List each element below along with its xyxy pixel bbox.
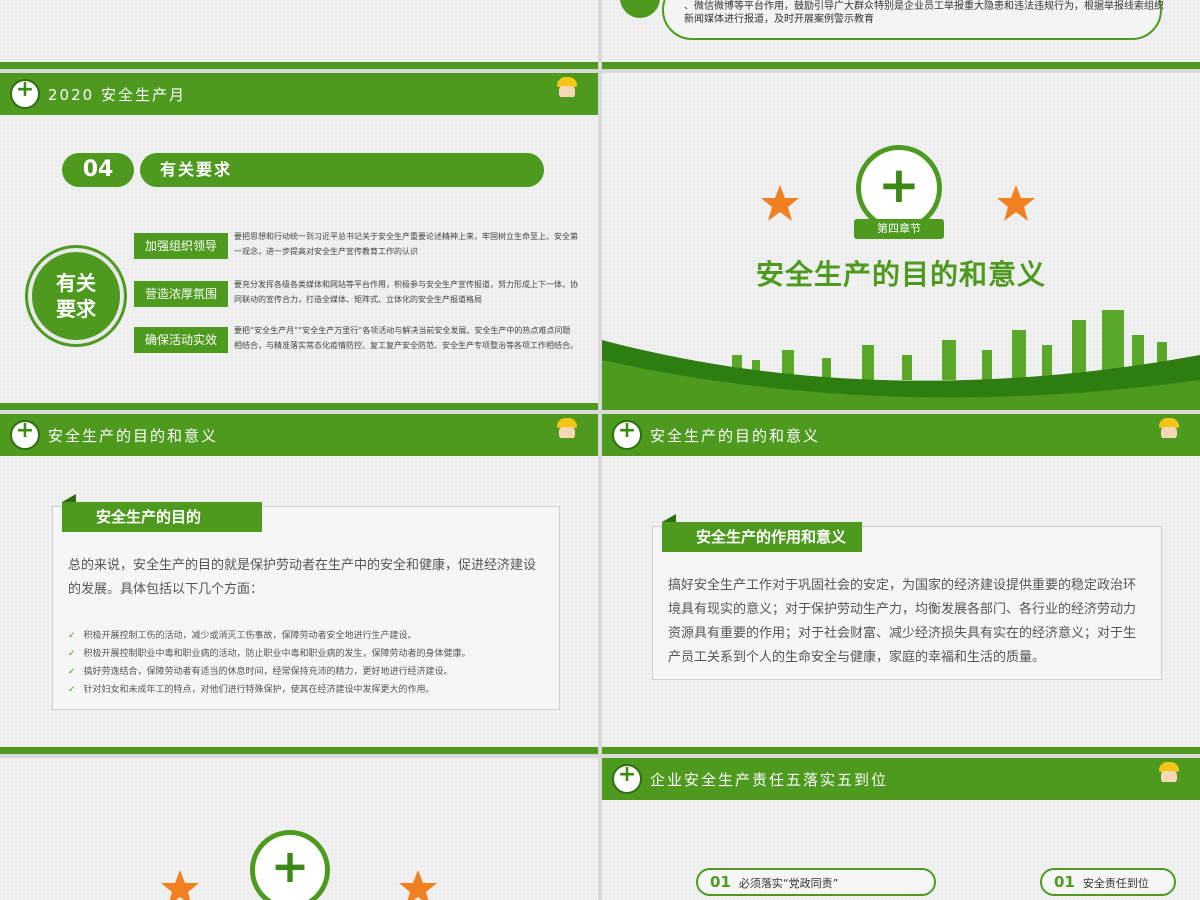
bullet-item: ✓ 积极开展控制职业中毒和职业病的活动，防止职业中毒和职业病的发生，保障劳动者的身… (68, 646, 471, 659)
slide-thumbnail-top-left[interactable] (0, 0, 598, 69)
slide-thumbnail-role[interactable]: 安全生产的目的和意义 安全生产的作用和意义 搞好安全生产工作对于巩固社会的安定，… (602, 414, 1200, 754)
requirement-label: 营造浓厚氛围 (134, 281, 228, 307)
bullet-item: ✓ 搞好劳逸结合，保障劳动者有适当的休息时间，经常保持充沛的精力，更好地进行经济建… (68, 664, 453, 677)
content-box (52, 506, 560, 710)
bullet-text: 积极开展控制工伤的活动，减少或消灭工伤事故，保障劳动者安全地进行生产建设。 (83, 631, 417, 641)
safety-cross-logo-icon (10, 77, 40, 109)
section-ribbon: 安全生产的目的 (62, 494, 262, 532)
header-title: 安全生产的目的和意义 (650, 427, 821, 445)
slide-header-bar: 安全生产的目的和意义 (602, 414, 1200, 456)
slide-thumbnail-requirements[interactable]: 2020 安全生产月 04 有关要求 有关 要求 加强组织领导 要把思想和行动统… (0, 73, 598, 410)
header-title: 2020 安全生产月 (48, 86, 186, 104)
chapter-label: 第四章节 (854, 219, 944, 239)
safety-emblem-icon (250, 830, 330, 900)
bullet-text: 搞好劳逸结合，保障劳动者有适当的休息时间，经常保持充沛的精力，更好地进行经济建设… (83, 667, 453, 677)
requirement-text: 要把“安全生产月”“安全生产万里行”各项活动与解决当前安全发展、安全生产中的热点… (234, 326, 578, 350)
slide-header-bar: 2020 安全生产月 (0, 73, 598, 115)
slide-thumbnail-bottom-left[interactable] (0, 758, 598, 900)
requirement-text: 要充分发挥各级各类媒体和网站等平台作用，积极参与安全生产宣传报道，努力形成上下一… (234, 280, 578, 304)
bullet-item: ✓ 积极开展控制工伤的活动，减少或消灭工伤事故，保障劳动者安全地进行生产建设。 (68, 628, 417, 641)
slide-header-bar: 企业安全生产责任五落实五到位 (602, 758, 1200, 800)
slide-bottom-bar (602, 62, 1200, 69)
chapter-title: 安全生产的目的和意义 (755, 258, 1046, 291)
header-title: 安全生产的目的和意义 (48, 427, 219, 445)
check-icon: ✓ (68, 649, 76, 659)
star-left-icon (161, 870, 199, 900)
circle-text-line1: 有关 (56, 271, 96, 295)
slide-bottom-bar (0, 403, 598, 410)
responsibility-pill: 01 安全责任到位 (1040, 868, 1176, 896)
check-icon: ✓ (68, 667, 76, 677)
requirements-circle: 有关 要求 (28, 248, 124, 344)
intro-text: 总的来说，安全生产的目的就是保护劳动者在生产中的安全和健康，促进经济建设的发展。… (68, 558, 537, 597)
bullet-text: 积极开展控制职业中毒和职业病的活动，防止职业中毒和职业病的发生，保障劳动者的身体… (83, 649, 471, 659)
slide-thumbnail-top-right[interactable]: 、微信微博等平台作用，鼓励引导广大群众特别是企业员工举报重大隐患和违法违规行为，… (602, 0, 1200, 69)
pill-number: 01 (1054, 873, 1075, 891)
slide-body-text: 、微信微博等平台作用，鼓励引导广大群众特别是企业员工举报重大隐患和违法违规行为，… (684, 1, 1164, 25)
worker-mascot-icon (1156, 418, 1182, 454)
circle-text-line2: 要求 (56, 297, 96, 321)
number-circle (620, 0, 660, 18)
requirement-item: 加强组织领导 要把思想和行动统一到习近平总书记关于安全生产重要论述精神上来，牢固… (134, 232, 578, 263)
pill-number: 01 (710, 873, 731, 891)
safety-cross-logo-icon (612, 762, 642, 794)
requirement-label: 加强组织领导 (134, 233, 228, 259)
check-icon: ✓ (68, 631, 76, 641)
safety-cross-logo-icon (10, 418, 40, 450)
slide-bottom-bar (602, 747, 1200, 754)
section-title: 有关要求 (140, 153, 544, 187)
responsibility-pill: 01 必须落实“党政同责” (696, 868, 936, 896)
worker-mascot-icon (554, 77, 580, 113)
header-title: 企业安全生产责任五落实五到位 (650, 771, 889, 789)
slide-bottom-bar (0, 62, 598, 69)
worker-mascot-icon (1156, 762, 1182, 798)
role-body-text: 搞好安全生产工作对于巩固社会的安定，为国家的经济建设提供重要的稳定政治环境具有现… (668, 578, 1137, 665)
star-right-icon (997, 185, 1035, 221)
safety-cross-logo-icon (612, 418, 642, 450)
section-ribbon: 安全生产的作用和意义 (662, 514, 862, 552)
requirement-label: 确保活动实效 (134, 327, 228, 353)
bullet-item: ✓ 针对妇女和未成年工的特点，对他们进行特殊保护，使其在经济建设中发挥更大的作用。 (68, 682, 435, 695)
section-number: 04 (62, 153, 134, 187)
slide-thumbnail-purpose[interactable]: 安全生产的目的和意义 安全生产的目的 总的来说，安全生产的目的就是保护劳动者在生… (0, 414, 598, 754)
slide-thumbnail-chapter[interactable]: 第四章节 安全生产的目的和意义 (602, 73, 1200, 410)
slide-header-bar: 安全生产的目的和意义 (0, 414, 598, 456)
requirement-item: 营造浓厚氛围 要充分发挥各级各类媒体和网站等平台作用，积极参与安全生产宣传报道，… (134, 280, 578, 311)
city-skyline-graphic (602, 310, 1200, 410)
requirement-item: 确保活动实效 要把“安全生产月”“安全生产万里行”各项活动与解决当前安全发展、安… (134, 326, 578, 357)
pill-text: 安全责任到位 (1082, 877, 1149, 890)
bullet-text: 针对妇女和未成年工的特点，对他们进行特殊保护，使其在经济建设中发挥更大的作用。 (83, 685, 435, 695)
slide-thumbnail-responsibility[interactable]: 企业安全生产责任五落实五到位 01 必须落实“党政同责” 01 安全责任到位 (602, 758, 1200, 900)
star-left-icon (761, 185, 799, 221)
slide-sorter: 、微信微博等平台作用，鼓励引导广大群众特别是企业员工举报重大隐患和违法违规行为，… (0, 0, 1200, 900)
star-right-icon (399, 870, 437, 900)
slide-bottom-bar (0, 747, 598, 754)
pill-text: 必须落实“党政同责” (738, 877, 839, 890)
check-icon: ✓ (68, 685, 76, 695)
requirement-text: 要把思想和行动统一到习近平总书记关于安全生产重要论述精神上来，牢固树立生命至上、… (234, 232, 578, 256)
worker-mascot-icon (554, 418, 580, 454)
